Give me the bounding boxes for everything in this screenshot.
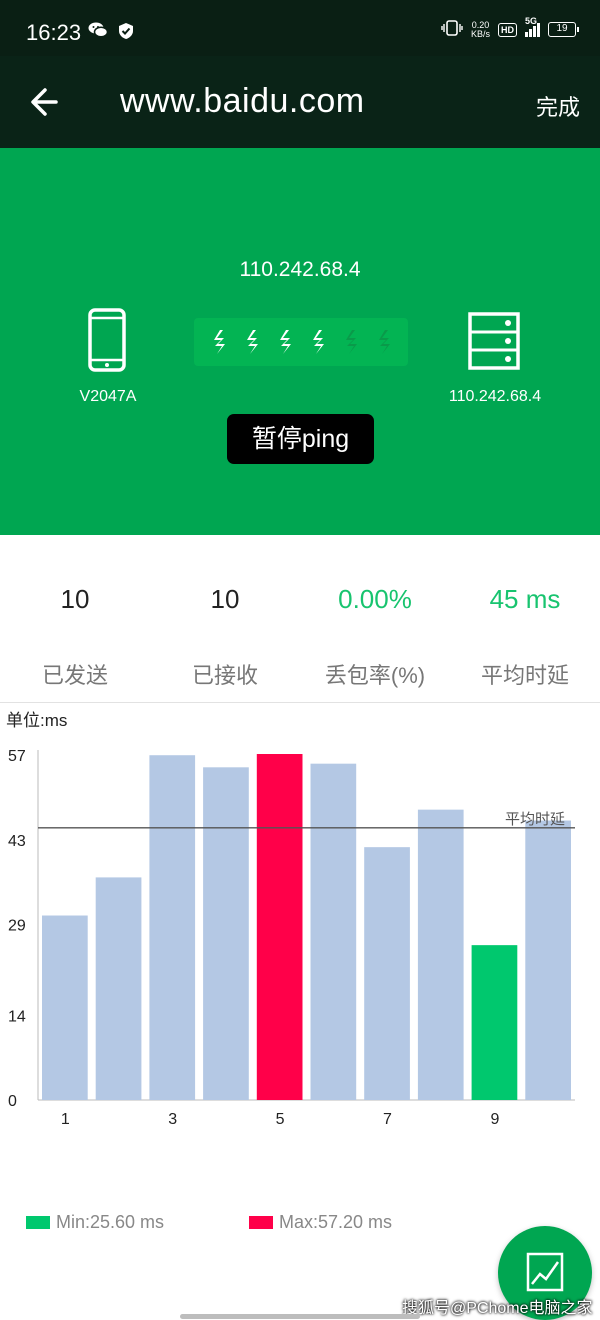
stat-value: 45 ms [489, 584, 561, 614]
stat-label: 平均时延 [480, 663, 569, 688]
chart-bar [42, 915, 88, 1100]
chart-bar [95, 877, 142, 1100]
watermark: 搜狐号@PChome电脑之家 [402, 1300, 593, 1317]
hd-badge: HD [498, 22, 517, 37]
pulse-bolt-icon [213, 330, 225, 354]
ping-stats: 10 已发送 10 已接收 0.00% 丢包率(%) 45 ms 平均时延 [0, 568, 600, 702]
y-tick-label: 0 [8, 1093, 17, 1110]
latency-bar-chart: 0142943571 3 5 7 9平均时延 [8, 748, 575, 1128]
phone-icon [88, 308, 126, 377]
target-ip: 110.242.68.4 [239, 258, 361, 281]
chart-bar [417, 809, 464, 1100]
x-tick-label: 5 [276, 1111, 285, 1128]
server-ip: 110.242.68.4 [448, 388, 542, 405]
chart-bar [149, 755, 196, 1100]
stat-label: 丢包率(%) [324, 663, 426, 688]
pulse-bolt-icon [312, 330, 324, 354]
status-bar: 16:23 0.20 KB/s HD 5G 19 [0, 0, 600, 56]
x-tick-label: 1 [61, 1111, 70, 1128]
done-button[interactable]: 完成 [536, 90, 580, 122]
status-time: 16:23 [26, 20, 82, 45]
legend-min-label: Min:25.60 ms [56, 1212, 165, 1232]
net-speed: 0.20 KB/s [470, 19, 490, 39]
battery-icon: 19 [548, 22, 579, 37]
stat-label: 已发送 [41, 663, 108, 688]
chart-bar [203, 767, 249, 1100]
x-tick-label: 3 [168, 1111, 177, 1128]
y-tick-label: 29 [8, 918, 26, 935]
wechat-icon [88, 22, 109, 45]
legend-max-swatch [249, 1216, 273, 1229]
line-chart-icon [526, 1252, 564, 1292]
stat-label: 已接收 [191, 663, 258, 688]
y-tick-label: 14 [8, 1008, 26, 1025]
back-button[interactable] [26, 82, 70, 122]
chart-bar [364, 847, 410, 1100]
device-name: V2047A [79, 388, 137, 405]
chart-bar [310, 763, 357, 1100]
x-tick-label: 7 [383, 1111, 392, 1128]
ping-status-panel: 110.242.68.4 V2047A 110.242.68.4 暂停ping [0, 148, 600, 535]
home-indicator[interactable] [180, 1314, 420, 1319]
chart-bar [525, 820, 571, 1100]
chart-bar [471, 945, 518, 1100]
y-tick-label: 43 [8, 833, 26, 850]
legend-max-label: Max:57.20 ms [279, 1212, 393, 1232]
app-bar: www.baidu.com 完成 [0, 56, 600, 148]
shield-icon [118, 22, 134, 45]
divider [0, 702, 600, 703]
chart-bar [256, 754, 303, 1100]
arrow-left-icon [31, 88, 58, 116]
pause-ping-button[interactable]: 暂停ping [227, 414, 374, 464]
legend-max: Max:57.20 ms [249, 1212, 392, 1233]
legend-min: Min:25.60 ms [26, 1212, 164, 1233]
legend-min-swatch [26, 1216, 50, 1229]
stat-value: 0.00% [338, 584, 412, 614]
pulse-bolt-icon [345, 330, 357, 354]
pulse-bolt-icon [279, 330, 291, 354]
signal-icon: 5G [525, 16, 540, 37]
page-title: www.baidu.com [120, 82, 365, 120]
x-tick-label: 9 [490, 1111, 499, 1128]
y-tick-label: 57 [8, 748, 26, 765]
stat-value: 10 [210, 584, 240, 614]
server-icon [468, 312, 520, 375]
chart-unit-label: 单位:ms [6, 711, 68, 730]
stat-value: 10 [60, 584, 90, 614]
vibrate-icon [441, 20, 463, 39]
pulse-bolt-icon [246, 330, 258, 354]
pulse-bolt-icon [378, 330, 390, 354]
ping-pulse-indicator [194, 318, 408, 366]
average-line-label: 平均时延 [505, 810, 565, 828]
